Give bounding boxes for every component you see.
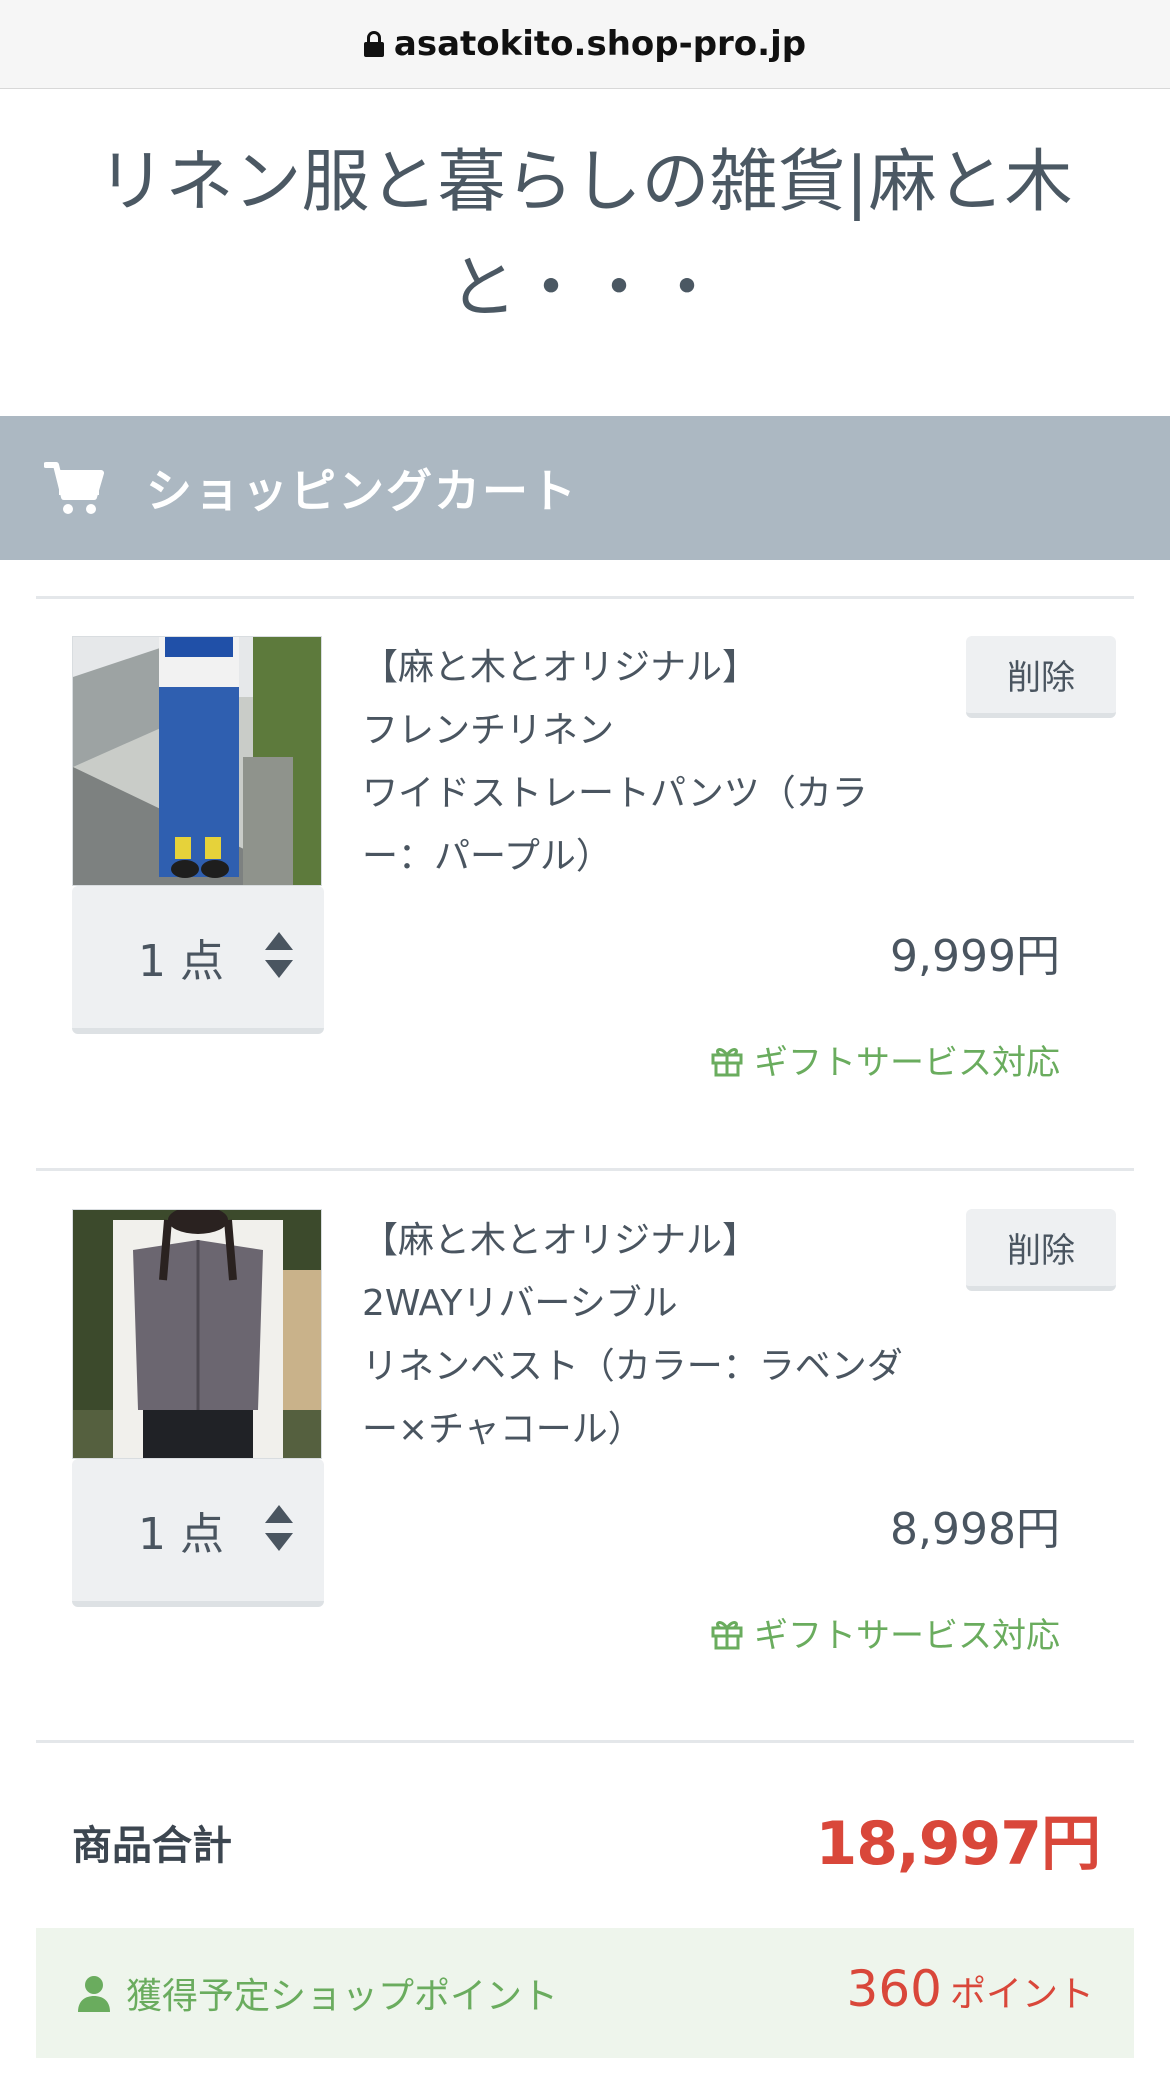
cart-header: ショッピングカート — [0, 416, 1170, 560]
product-image[interactable] — [72, 1209, 322, 1459]
product-name-line: 【麻と木とオリジナル】 — [362, 647, 759, 688]
item-price: 8,998円 — [890, 1504, 1060, 1555]
points-number: 360 — [846, 1960, 942, 2018]
site-title[interactable]: リネン服と暮らしの雑貨|麻と木と・・・ — [40, 130, 1130, 342]
product-name-line: ワイドストレートパンツ（カラ — [362, 773, 868, 814]
product-image[interactable] — [72, 636, 322, 886]
cart-item: 【麻と木とオリジナル】 2WAYリバーシブル リネンベスト（カラー：ラベンダ ー… — [0, 1173, 1170, 1733]
cart-icon — [44, 462, 104, 514]
subtotal-row: 商品合計 18,997円 — [0, 1795, 1170, 1885]
product-name-line: ー：パープル） — [362, 836, 612, 877]
gift-label: ギフトサービス対応 — [754, 1043, 1060, 1083]
divider — [36, 1168, 1134, 1171]
product-name-line: 2WAYリバーシブル — [362, 1283, 678, 1324]
divider — [36, 1740, 1134, 1743]
url-text: asatokito.shop-pro.jp — [393, 24, 807, 64]
product-name[interactable]: 【麻と木とオリジナル】 フレンチリネン ワイドストレートパンツ（カラ ー：パープ… — [362, 636, 952, 888]
gift-icon — [711, 1047, 743, 1076]
product-name-line: 【麻と木とオリジナル】 — [362, 1220, 759, 1261]
chevron-up-down-icon — [265, 932, 293, 978]
points-panel: 獲得予定ショップポイント 360 ポイント — [36, 1928, 1134, 2058]
subtotal-label: 商品合計 — [72, 1823, 232, 1869]
gift-service-badge: ギフトサービス対応 — [710, 1035, 1060, 1084]
cart-item: 【麻と木とオリジナル】 フレンチリネン ワイドストレートパンツ（カラ ー：パープ… — [0, 600, 1170, 1160]
user-icon — [78, 1976, 110, 2012]
gift-service-badge: ギフトサービス対応 — [710, 1608, 1060, 1657]
product-name-line: リネンベスト（カラー：ラベンダ — [362, 1346, 903, 1387]
chevron-up-down-icon — [265, 1505, 293, 1551]
gift-icon — [711, 1620, 743, 1649]
product-name[interactable]: 【麻と木とオリジナル】 2WAYリバーシブル リネンベスト（カラー：ラベンダ ー… — [362, 1209, 952, 1461]
quantity-label: 1 点 — [138, 936, 224, 987]
lock-icon — [363, 31, 384, 57]
quantity-selector[interactable]: 1 点 — [72, 886, 324, 1034]
quantity-label: 1 点 — [138, 1509, 224, 1560]
delete-button[interactable]: 削除 — [966, 636, 1116, 718]
subtotal-value: 18,997円 — [815, 1809, 1101, 1879]
divider — [36, 596, 1134, 599]
url-display[interactable]: asatokito.shop-pro.jp — [363, 24, 807, 64]
points-unit: ポイント — [949, 1974, 1094, 2015]
delete-button[interactable]: 削除 — [966, 1209, 1116, 1291]
product-name-line: フレンチリネン — [362, 710, 615, 751]
browser-url-bar[interactable]: asatokito.shop-pro.jp — [0, 0, 1170, 89]
product-name-line: ー×チャコール） — [362, 1409, 644, 1450]
points-value: 360 ポイント — [847, 1960, 1094, 2018]
quantity-selector[interactable]: 1 点 — [72, 1459, 324, 1607]
points-label: 獲得予定ショップポイント — [126, 1976, 559, 2017]
item-price: 9,999円 — [890, 931, 1060, 982]
cart-title: ショッピングカート — [146, 464, 578, 518]
gift-label: ギフトサービス対応 — [754, 1616, 1060, 1656]
